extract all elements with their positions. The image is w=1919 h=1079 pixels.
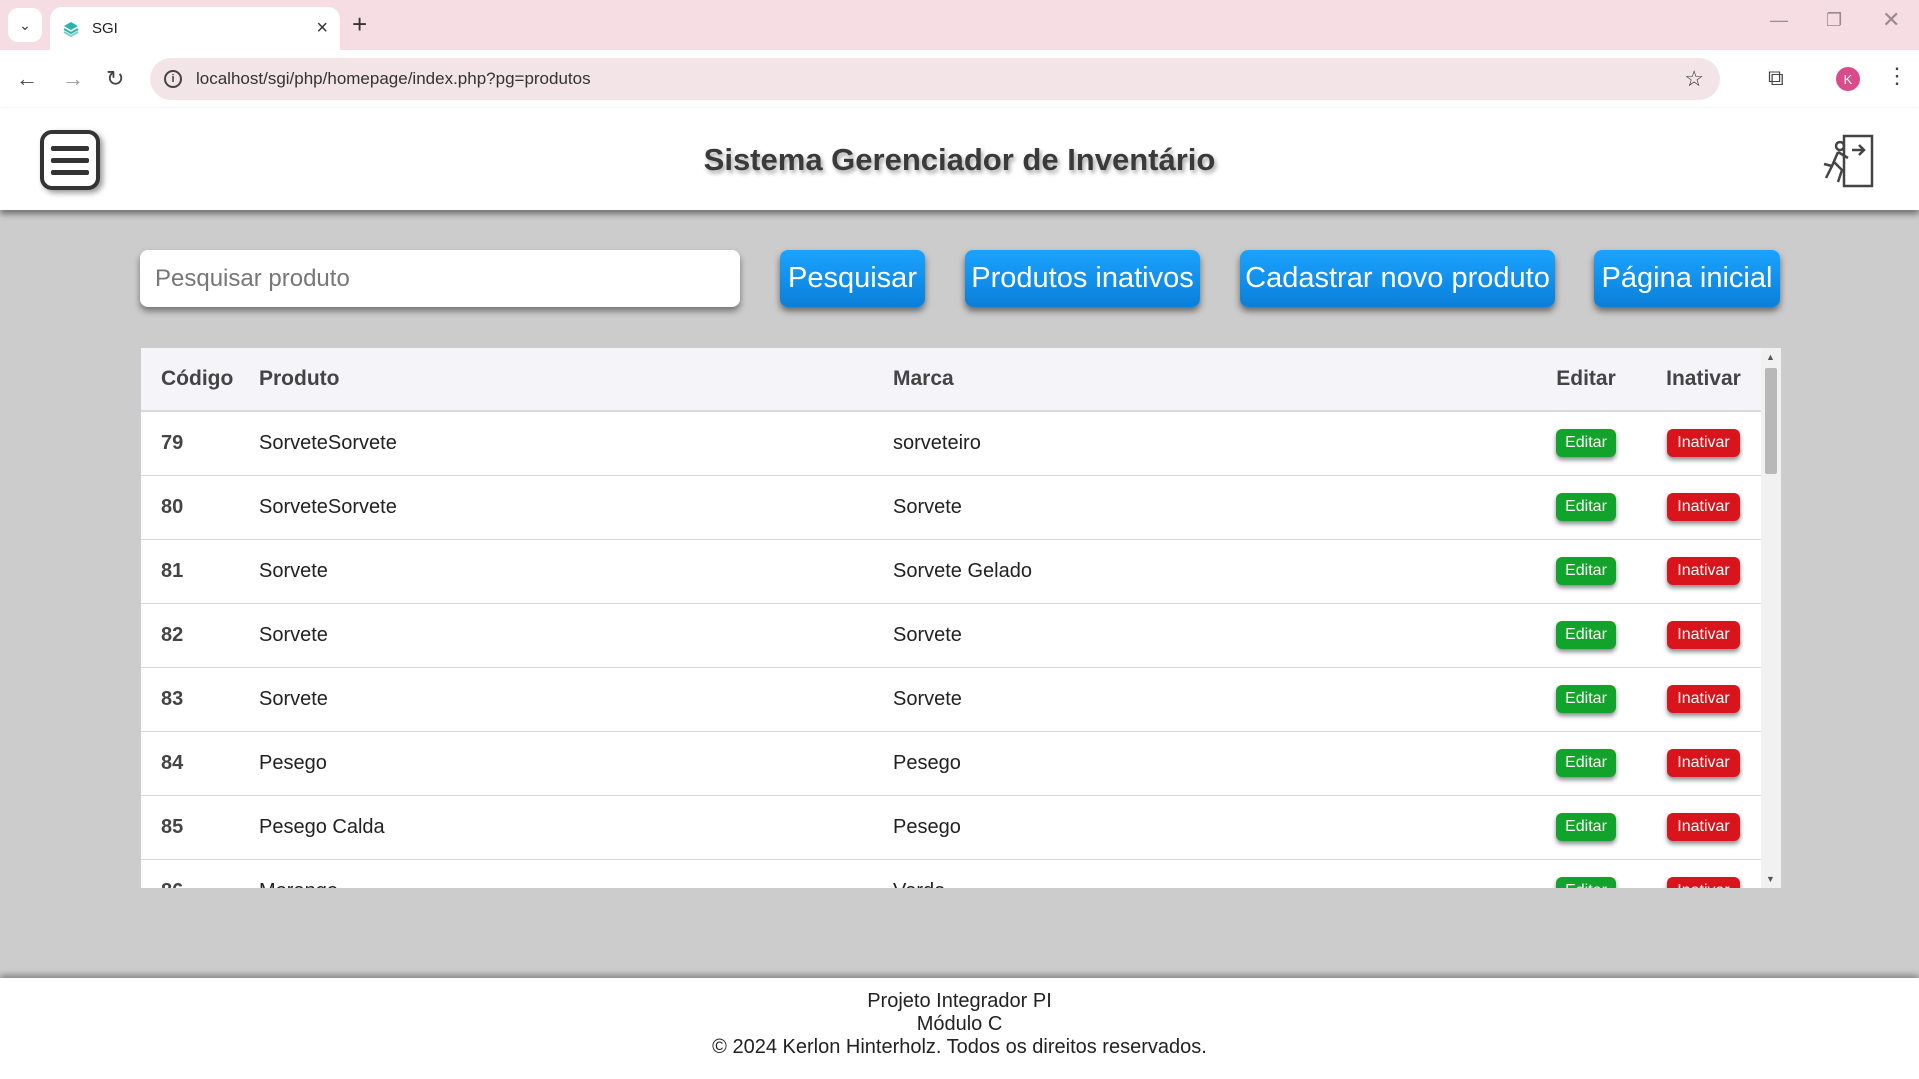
row-code: 85 [161, 815, 184, 838]
inactivate-button[interactable]: Inativar [1667, 429, 1740, 458]
inactivate-button[interactable]: Inativar [1667, 557, 1740, 585]
edit-button[interactable]: Editar [1556, 557, 1616, 585]
row-code: 82 [161, 623, 184, 646]
restore-icon[interactable]: ❐ [1826, 10, 1842, 31]
table-row: 79 SorveteSorvete sorveteiro Editar Inat… [141, 411, 1761, 475]
table-row: 84 Pesego Pesego Editar Inativar [141, 731, 1761, 795]
extensions-icon[interactable]: ⧉ [1768, 65, 1784, 91]
column-header-edit: Editar [1556, 367, 1616, 390]
browser-tab-bar: ⌄ SGI × + — ❐ ✕ [0, 0, 1919, 50]
inactivate-button[interactable]: Inativar [1667, 685, 1740, 713]
scroll-up-icon[interactable]: ▲ [1766, 352, 1775, 362]
edit-button[interactable]: Editar [1556, 877, 1616, 888]
new-tab-icon[interactable]: + [352, 9, 367, 39]
search-button[interactable]: Pesquisar [780, 250, 925, 307]
table-row: 81 Sorvete Sorvete Gelado Editar Inativa… [141, 539, 1761, 603]
edit-button[interactable]: Editar [1556, 813, 1616, 841]
row-brand: Pesego [893, 751, 961, 774]
page-footer: Projeto Integrador PI Módulo C © 2024 Ke… [0, 978, 1919, 1079]
scrollbar-thumb[interactable] [1765, 368, 1777, 474]
inactive-products-button[interactable]: Produtos inativos [965, 250, 1200, 307]
minimize-icon[interactable]: — [1770, 10, 1788, 31]
close-tab-icon[interactable]: × [316, 17, 328, 40]
row-code: 81 [161, 559, 184, 582]
close-window-icon[interactable]: ✕ [1882, 7, 1900, 33]
row-brand: Verde [893, 859, 1526, 889]
row-product: SorveteSorvete [259, 431, 397, 454]
edit-button[interactable]: Editar [1556, 685, 1616, 713]
inactivate-button[interactable]: Inativar [1667, 813, 1740, 841]
row-product: Sorvete [259, 559, 328, 582]
row-product: Pesego [259, 751, 327, 774]
row-product: SorveteSorvete [259, 495, 397, 518]
bookmark-star-icon[interactable]: ☆ [1684, 66, 1704, 92]
column-header-product: Produto [259, 367, 340, 390]
footer-project-text: Projeto Integrador PI [867, 990, 1052, 1012]
chevron-down-icon: ⌄ [19, 16, 31, 33]
inactivate-button[interactable]: Inativar [1667, 493, 1740, 521]
table-header-row: Código Produto Marca Editar Inativar [141, 348, 1761, 411]
search-product-input[interactable] [140, 250, 740, 307]
table-row: 82 Sorvete Sorvete Editar Inativar [141, 603, 1761, 667]
edit-button[interactable]: Editar [1556, 621, 1616, 649]
row-brand: Sorvete [893, 495, 962, 518]
browser-toolbar: ← → ↻ i localhost/sgi/php/homepage/index… [0, 50, 1919, 108]
edit-button[interactable]: Editar [1556, 749, 1616, 777]
table-row: 80 SorveteSorvete Sorvete Editar Inativa… [141, 475, 1761, 539]
row-brand: Sorvete Gelado [893, 559, 1032, 582]
table-body: 79 SorveteSorvete sorveteiro Editar Inat… [141, 411, 1761, 888]
url-text[interactable]: localhost/sgi/php/homepage/index.php?pg=… [196, 69, 1684, 89]
table-row: 83 Sorvete Sorvete Editar Inativar [141, 667, 1761, 731]
footer-copyright-text: © 2024 Kerlon Hinterholz. Todos os direi… [712, 1036, 1207, 1058]
table-row: 86 Morango Verde Editar Inativar [141, 859, 1761, 888]
row-code: 80 [161, 495, 184, 518]
row-brand: Sorvete [893, 687, 962, 710]
sgi-favicon-icon [63, 21, 79, 37]
site-info-icon[interactable]: i [164, 70, 182, 88]
home-page-button[interactable]: Página inicial [1594, 250, 1780, 307]
inactivate-button[interactable]: Inativar [1667, 877, 1740, 888]
row-brand: sorveteiro [893, 431, 981, 454]
scroll-down-icon[interactable]: ▼ [1766, 874, 1775, 884]
row-code: 83 [161, 687, 184, 710]
inactivate-button[interactable]: Inativar [1667, 749, 1740, 777]
logout-icon[interactable] [1818, 132, 1876, 190]
profile-avatar[interactable]: K [1836, 67, 1860, 91]
browser-menu-icon[interactable]: ⋮ [1886, 63, 1908, 89]
page-header: Sistema Gerenciador de Inventário [0, 108, 1919, 210]
forward-icon[interactable]: → [62, 65, 84, 93]
back-icon[interactable]: ← [16, 65, 38, 93]
browser-tab[interactable]: SGI × [50, 7, 340, 50]
row-brand: Sorvete [893, 623, 962, 646]
column-header-brand: Marca [893, 367, 954, 390]
address-bar[interactable]: i localhost/sgi/php/homepage/index.php?p… [150, 58, 1720, 100]
inactivate-button[interactable]: Inativar [1667, 621, 1740, 649]
edit-button[interactable]: Editar [1556, 429, 1616, 458]
footer-module-text: Módulo C [916, 1013, 1003, 1035]
tab-title: SGI [92, 20, 118, 37]
page-title: Sistema Gerenciador de Inventário [703, 142, 1216, 177]
products-table-container[interactable]: Código Produto Marca Editar Inativar 79 … [141, 348, 1781, 888]
row-brand: Pesego [893, 815, 961, 838]
row-code: 79 [161, 431, 184, 454]
edit-button[interactable]: Editar [1556, 493, 1616, 521]
column-header-inactivate: Inativar [1666, 367, 1741, 390]
table-scrollbar[interactable]: ▲ ▼ [1761, 348, 1781, 888]
row-product: Pesego Calda [259, 815, 385, 838]
tab-search-button[interactable]: ⌄ [8, 8, 42, 42]
table-row: 85 Pesego Calda Pesego Editar Inativar [141, 795, 1761, 859]
reload-icon[interactable]: ↻ [106, 65, 124, 93]
new-product-button[interactable]: Cadastrar novo produto [1240, 250, 1555, 307]
row-product: Morango [259, 859, 893, 889]
row-product: Sorvete [259, 623, 328, 646]
products-table: Código Produto Marca Editar Inativar 79 … [141, 348, 1761, 888]
column-header-code: Código [161, 367, 234, 390]
row-product: Sorvete [259, 687, 328, 710]
row-code: 86 [141, 859, 259, 889]
row-code: 84 [161, 751, 184, 774]
